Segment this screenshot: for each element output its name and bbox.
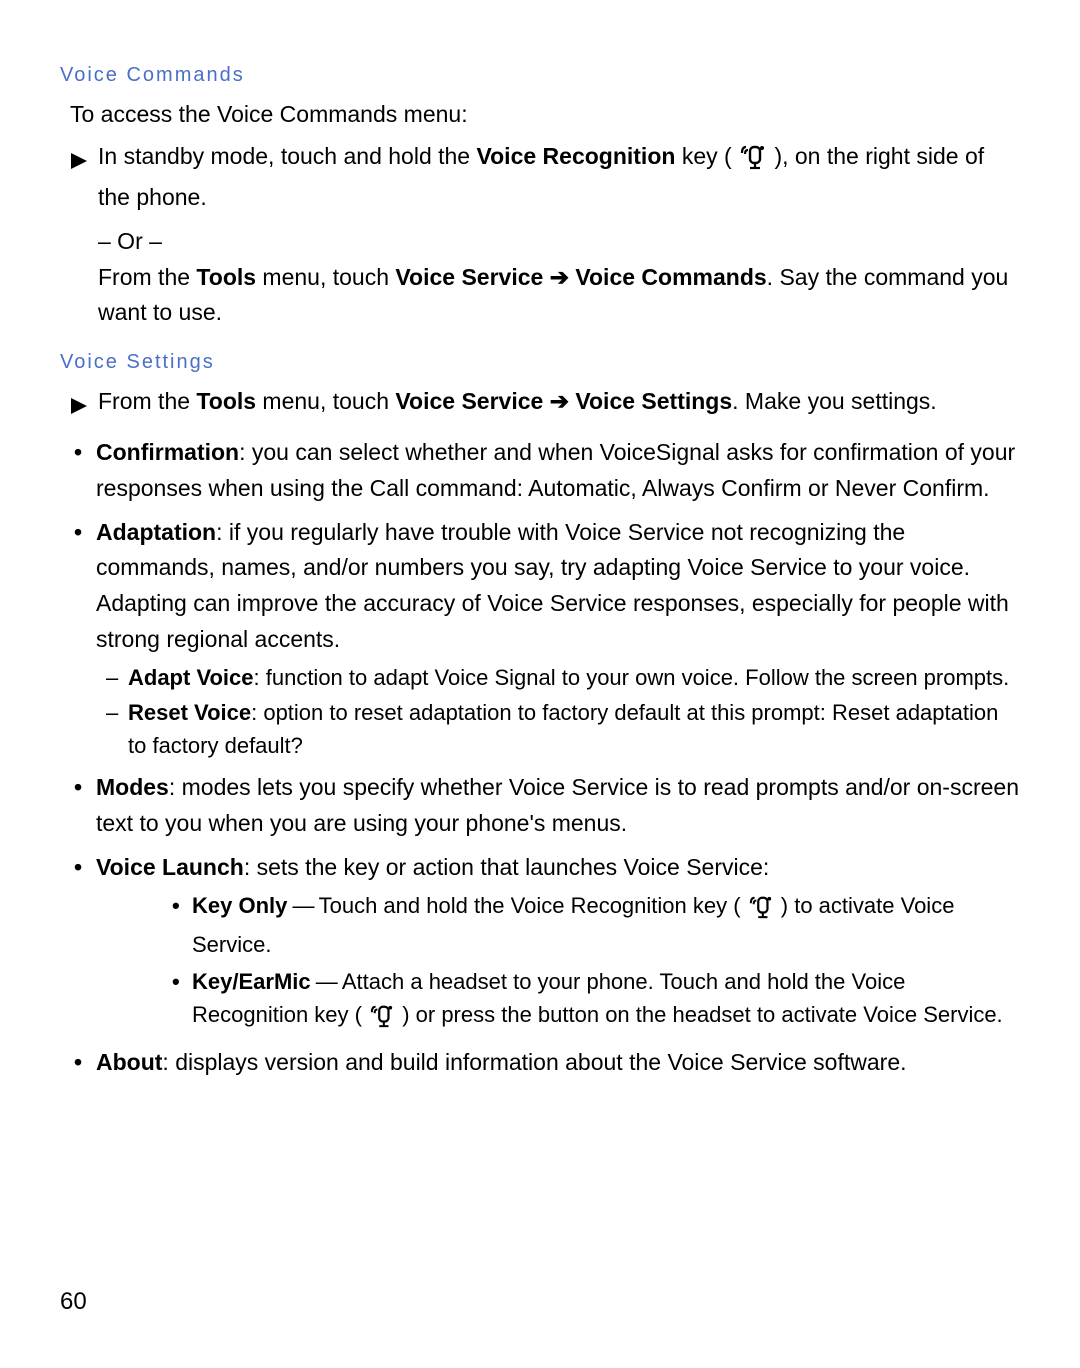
em-dash: — <box>287 893 318 918</box>
section-heading-voice-commands: Voice Commands <box>60 60 1020 91</box>
voice-commands-intro: To access the Voice Commands menu: <box>70 97 1020 133</box>
voice-commands-step-alt: From the Tools menu, touch Voice Service… <box>98 260 1020 331</box>
page-number: 60 <box>60 1283 87 1320</box>
manual-page: Voice Commands To access the Voice Comma… <box>0 0 1080 1368</box>
voice-settings-step: From the Tools menu, touch Voice Service… <box>70 384 1020 426</box>
label-modes: Modes <box>96 774 169 800</box>
subitem-reset-voice: Reset Voice: option to reset adaptation … <box>106 696 1020 762</box>
text: key ( <box>675 143 738 169</box>
or-line: – Or – <box>98 224 1020 260</box>
text: : displays version and build information… <box>162 1049 906 1075</box>
text: : function to adapt Voice Signal to your… <box>254 665 1010 690</box>
label-adapt-voice: Adapt Voice <box>128 665 254 690</box>
label-key-earmic: Key/EarMic <box>192 969 311 994</box>
text: menu, touch <box>256 388 395 414</box>
text: From the <box>98 388 196 414</box>
text: : modes lets you specify whether Voice S… <box>96 774 1019 836</box>
text: . Make you settings. <box>732 388 937 414</box>
bold-tools: Tools <box>196 264 256 290</box>
text: : if you regularly have trouble with Voi… <box>96 519 1009 652</box>
text: : sets the key or action that launches V… <box>244 854 769 880</box>
text: From the <box>98 264 196 290</box>
bold-voice-service: Voice Service <box>395 264 543 290</box>
adaptation-sublist: Adapt Voice: function to adapt Voice Sig… <box>96 661 1020 762</box>
bold-voice-settings: Voice Settings <box>575 388 732 414</box>
voice-commands-step: In standby mode, touch and hold the Voic… <box>70 139 1020 331</box>
voice-recognition-key-icon <box>739 144 767 181</box>
label-voice-launch: Voice Launch <box>96 854 244 880</box>
label-reset-voice: Reset Voice <box>128 700 251 725</box>
settings-bullet-list: Confirmation: you can select whether and… <box>60 435 1020 1080</box>
bold-voice-commands: Voice Commands <box>575 264 766 290</box>
section-heading-voice-settings: Voice Settings <box>60 347 1020 378</box>
text: : option to reset adaptation to factory … <box>128 700 998 758</box>
text: menu, touch <box>256 264 395 290</box>
bold-tools: Tools <box>196 388 256 414</box>
voice-recognition-key-icon <box>369 1004 395 1037</box>
subitem-key-only: Key Only — Touch and hold the Voice Reco… <box>172 889 1020 961</box>
bold-voice-recognition: Voice Recognition <box>477 143 676 169</box>
label-key-only: Key Only <box>192 893 287 918</box>
subitem-key-earmic: Key/EarMic — Attach a headset to your ph… <box>172 965 1020 1037</box>
list-item-confirmation: Confirmation: you can select whether and… <box>74 435 1020 506</box>
triangle-icon <box>70 390 88 426</box>
voice-launch-sublist: Key Only — Touch and hold the Voice Reco… <box>172 889 1020 1037</box>
arrow-icon: ➔ <box>543 264 575 290</box>
list-item-about: About: displays version and build inform… <box>74 1045 1020 1081</box>
label-confirmation: Confirmation <box>96 439 239 465</box>
list-item-voice-launch: Voice Launch: sets the key or action tha… <box>74 850 1020 1038</box>
voice-recognition-key-icon <box>748 895 774 928</box>
subitem-adapt-voice: Adapt Voice: function to adapt Voice Sig… <box>106 661 1020 694</box>
voice-commands-step-body: In standby mode, touch and hold the Voic… <box>98 139 1020 331</box>
arrow-icon: ➔ <box>543 388 575 414</box>
text: In standby mode, touch and hold the <box>98 143 477 169</box>
list-item-modes: Modes: modes lets you specify whether Vo… <box>74 770 1020 841</box>
triangle-icon <box>70 145 88 181</box>
voice-settings-step-body: From the Tools menu, touch Voice Service… <box>98 384 1020 420</box>
bold-voice-service: Voice Service <box>395 388 543 414</box>
label-adaptation: Adaptation <box>96 519 216 545</box>
text: Touch and hold the Voice Recognition key… <box>319 893 747 918</box>
em-dash: — <box>311 969 342 994</box>
list-item-adaptation: Adaptation: if you regularly have troubl… <box>74 515 1020 763</box>
label-about: About <box>96 1049 162 1075</box>
text: ) or press the button on the headset to … <box>396 1002 1003 1027</box>
